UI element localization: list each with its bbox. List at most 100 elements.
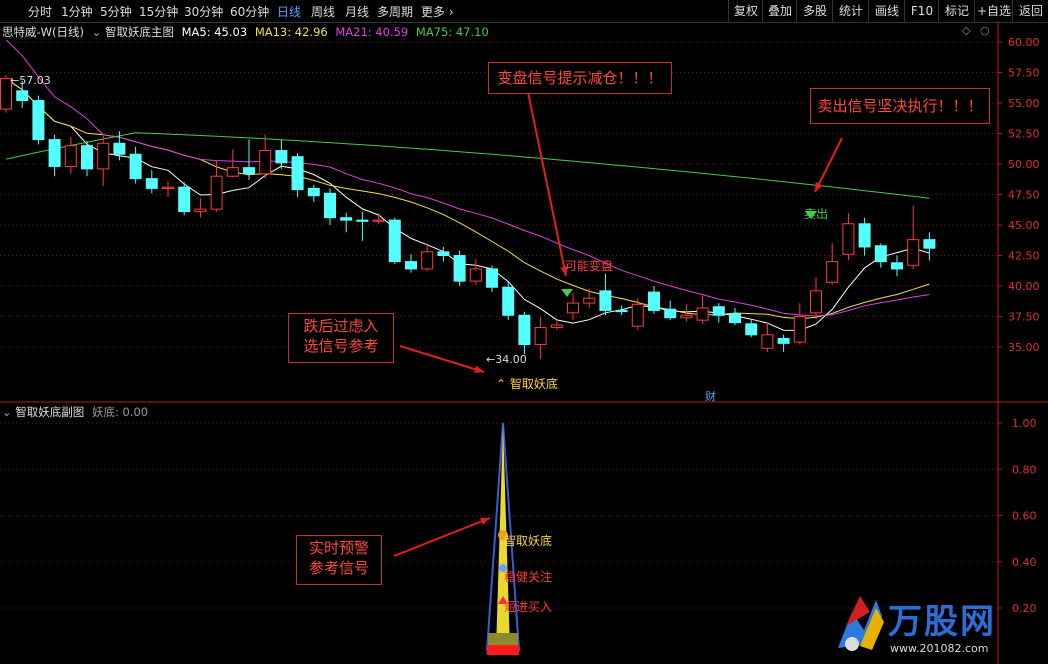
dip-line-2: 选信号参考	[303, 337, 379, 355]
candle-body	[453, 255, 466, 282]
sub-base-bar	[488, 633, 518, 645]
candle-body	[324, 192, 336, 219]
candle-body	[810, 290, 822, 314]
candle-body	[81, 145, 93, 170]
tab-multi-period[interactable]: 多周期	[377, 3, 413, 20]
brand-text: 万股网	[888, 602, 996, 642]
candle-body	[874, 245, 887, 263]
tab-60min[interactable]: 60分钟	[230, 3, 269, 20]
candle-body	[842, 223, 855, 255]
candle-body	[712, 306, 725, 316]
possible-change-label: 可能变盘	[565, 259, 614, 273]
candle-body	[907, 239, 920, 266]
candle-body	[64, 145, 77, 167]
candle-body	[243, 167, 255, 175]
sub-value-label: 妖底: 0.00	[91, 405, 149, 419]
y-tick-label: 37.50	[1008, 311, 1040, 324]
y-tick-label: 52.50	[1008, 128, 1040, 141]
ma5-line	[5, 78, 930, 331]
y-tick-label: 45.00	[1008, 219, 1040, 232]
yaodi-icon: ⌃	[496, 377, 507, 391]
candle-body	[664, 308, 677, 319]
url-text: www.201082.com	[890, 642, 989, 655]
candle-body	[858, 223, 871, 248]
candle-body	[194, 208, 207, 213]
y-tick-label: 35.00	[1008, 341, 1040, 354]
candle-body	[761, 334, 774, 349]
candle-body	[648, 291, 660, 311]
change-arrow	[527, 91, 567, 277]
ma75-line	[5, 132, 930, 199]
y-tick-label: 40.00	[1008, 280, 1040, 293]
fuquan-button[interactable]: 复权	[728, 0, 763, 22]
candle-body	[680, 314, 693, 319]
candle-body	[437, 251, 450, 256]
draw-line-button[interactable]: 画线	[868, 0, 905, 22]
candle-body	[291, 156, 304, 191]
candle-body	[615, 309, 628, 313]
candle-body	[162, 186, 174, 189]
mark-button[interactable]: 标记	[938, 0, 975, 22]
realtime-line-1: 实时预警	[308, 539, 369, 557]
candle-body	[307, 187, 320, 197]
statistics-button[interactable]: 统计	[832, 0, 869, 22]
candle-body	[599, 290, 612, 311]
sub-indicator-name[interactable]: 智取妖底副图	[15, 405, 84, 419]
candle-body	[97, 142, 110, 170]
tab-30min[interactable]: 30分钟	[184, 3, 223, 20]
dropdown-circle-icon[interactable]: ⌄	[2, 405, 12, 419]
sub-y-tick-label: 0.20	[1012, 602, 1037, 615]
tab-5min[interactable]: 5分钟	[100, 3, 132, 20]
candle-body	[534, 326, 547, 346]
tab-1min[interactable]: 1分钟	[61, 3, 93, 20]
add-watchlist-button[interactable]: +自选	[974, 0, 1013, 22]
candle-body	[486, 268, 498, 288]
candle-body	[777, 337, 790, 344]
candle-body	[793, 316, 806, 343]
realtime-alert-callout: 实时预警 参考信号	[296, 535, 382, 585]
y-tick-label: 47.50	[1008, 189, 1040, 202]
ma-lines	[5, 39, 930, 331]
sub-watch-label: 稳健关注	[504, 570, 553, 584]
candle-body	[826, 261, 839, 283]
candle-body	[226, 167, 239, 177]
realtime-arrow	[393, 517, 491, 557]
annotation-arrows	[393, 91, 843, 557]
sub-y-tick-label: 0.60	[1012, 510, 1037, 523]
overlay-button[interactable]: 叠加	[762, 0, 797, 22]
sub-y-tick-label: 0.40	[1012, 556, 1037, 569]
dip-line-1: 跌后过虑入	[303, 317, 379, 335]
multi-stock-button[interactable]: 多股	[796, 0, 833, 22]
tab-weekly[interactable]: 周线	[311, 3, 335, 20]
tab-fenshi[interactable]: 分时	[28, 3, 52, 20]
realtime-line-2: 参考信号	[308, 559, 369, 577]
dip-arrow	[399, 345, 485, 373]
candle-body	[210, 175, 223, 210]
yaodi-signal: ⌃ 智取妖底	[496, 377, 558, 391]
sell-signal-callout: 卖出信号坚决执行！！！	[810, 88, 990, 124]
candle-body	[469, 268, 482, 282]
candle-body	[178, 186, 191, 213]
candle-body	[567, 302, 579, 314]
tab-15min[interactable]: 15分钟	[139, 3, 178, 20]
tab-daily[interactable]: 日线	[277, 3, 301, 20]
candle-body	[145, 178, 158, 189]
sub-y-tick-label: 1.00	[1012, 417, 1037, 430]
tab-monthly[interactable]: 月线	[345, 3, 369, 20]
realtime-arrow-head	[480, 517, 490, 526]
finance-mark[interactable]: 财	[705, 388, 716, 404]
candle-body	[405, 261, 417, 270]
candle-body	[275, 150, 288, 164]
candle-body	[129, 153, 142, 180]
possible-change-marker	[561, 289, 573, 297]
tab-more[interactable]: 更多 ›	[421, 3, 454, 20]
candle-body	[48, 139, 61, 167]
y-tick-label: 50.00	[1008, 158, 1040, 171]
f10-button[interactable]: F10	[904, 0, 939, 22]
candle-body	[631, 303, 644, 327]
candle-body	[923, 239, 936, 249]
sub-bottom-bar	[487, 645, 519, 655]
sub-yaodi-label: 智取妖底	[504, 534, 553, 548]
back-button[interactable]: 返回	[1012, 0, 1048, 22]
y-tick-label: 55.00	[1008, 97, 1040, 110]
